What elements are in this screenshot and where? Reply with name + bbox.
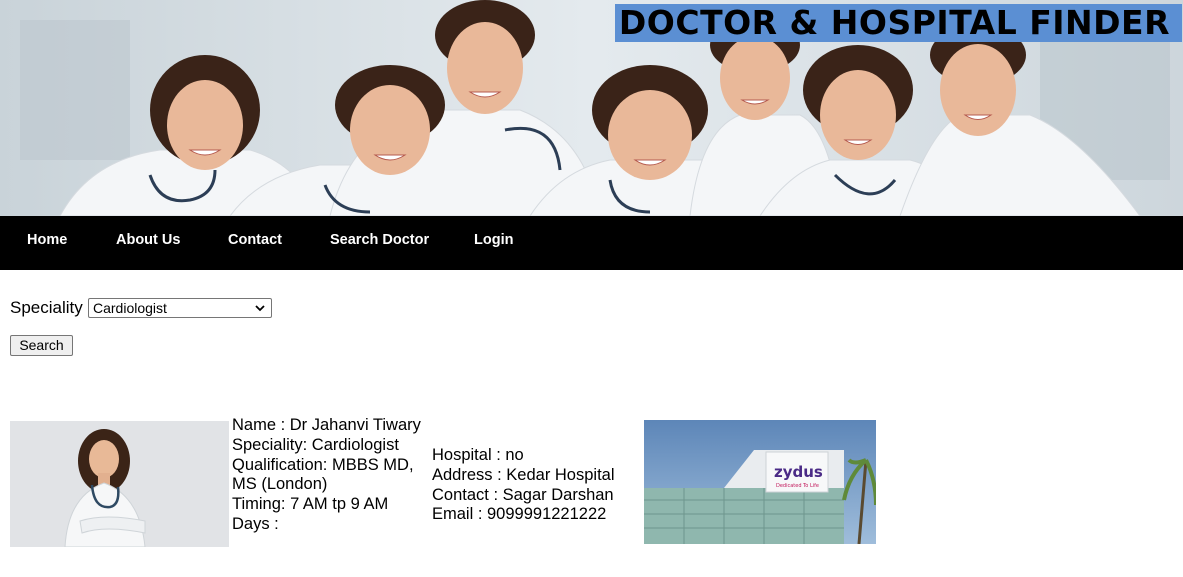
hospital-contact: Contact : Sagar Darshan — [432, 485, 614, 504]
nav-search-doctor[interactable]: Search Doctor — [330, 216, 429, 270]
doctor-name: Name : Dr Jahanvi Tiwary — [232, 416, 421, 434]
nav-home[interactable]: Home — [27, 216, 67, 270]
doctor-details: Name : Dr Jahanvi Tiwary Speciality: Car… — [232, 416, 422, 535]
speciality-selected-value: Cardiologist — [93, 300, 167, 316]
hospital-sign-text: zydus — [774, 463, 823, 481]
speciality-select[interactable]: Cardiologist — [88, 298, 272, 318]
header-banner: DOCTOR & HOSPITAL FINDER — [0, 0, 1183, 216]
hospital-sign-tagline: Dedicated To Life — [776, 483, 819, 489]
hospital-name: Hospital : no — [432, 446, 524, 464]
hospital-address: Address : Kedar Hospital — [432, 465, 615, 484]
main-nav: Home About Us Contact Search Doctor Logi… — [0, 216, 1183, 270]
nav-login[interactable]: Login — [474, 216, 513, 270]
nav-about-us[interactable]: About Us — [116, 216, 180, 270]
hospital-details: Hospital : no Address : Kedar Hospital C… — [432, 446, 637, 525]
search-button[interactable]: Search — [10, 335, 73, 356]
doctor-photo — [10, 421, 229, 547]
hospital-email: Email : 9099991221222 — [432, 505, 607, 524]
nav-contact[interactable]: Contact — [228, 216, 282, 270]
doctor-days: Days : — [232, 514, 279, 533]
doctor-speciality: Speciality: Cardiologist — [232, 435, 399, 454]
hospital-photo: zydus Dedicated To Life — [644, 420, 876, 544]
site-title: DOCTOR & HOSPITAL FINDER — [614, 4, 1182, 42]
doctor-timing: Timing: 7 AM tp 9 AM — [232, 495, 389, 514]
doctor-qualification: Qualification: MBBS MD, MS (London) — [232, 455, 414, 494]
chevron-down-icon — [255, 305, 265, 312]
speciality-label: Speciality — [10, 298, 83, 317]
